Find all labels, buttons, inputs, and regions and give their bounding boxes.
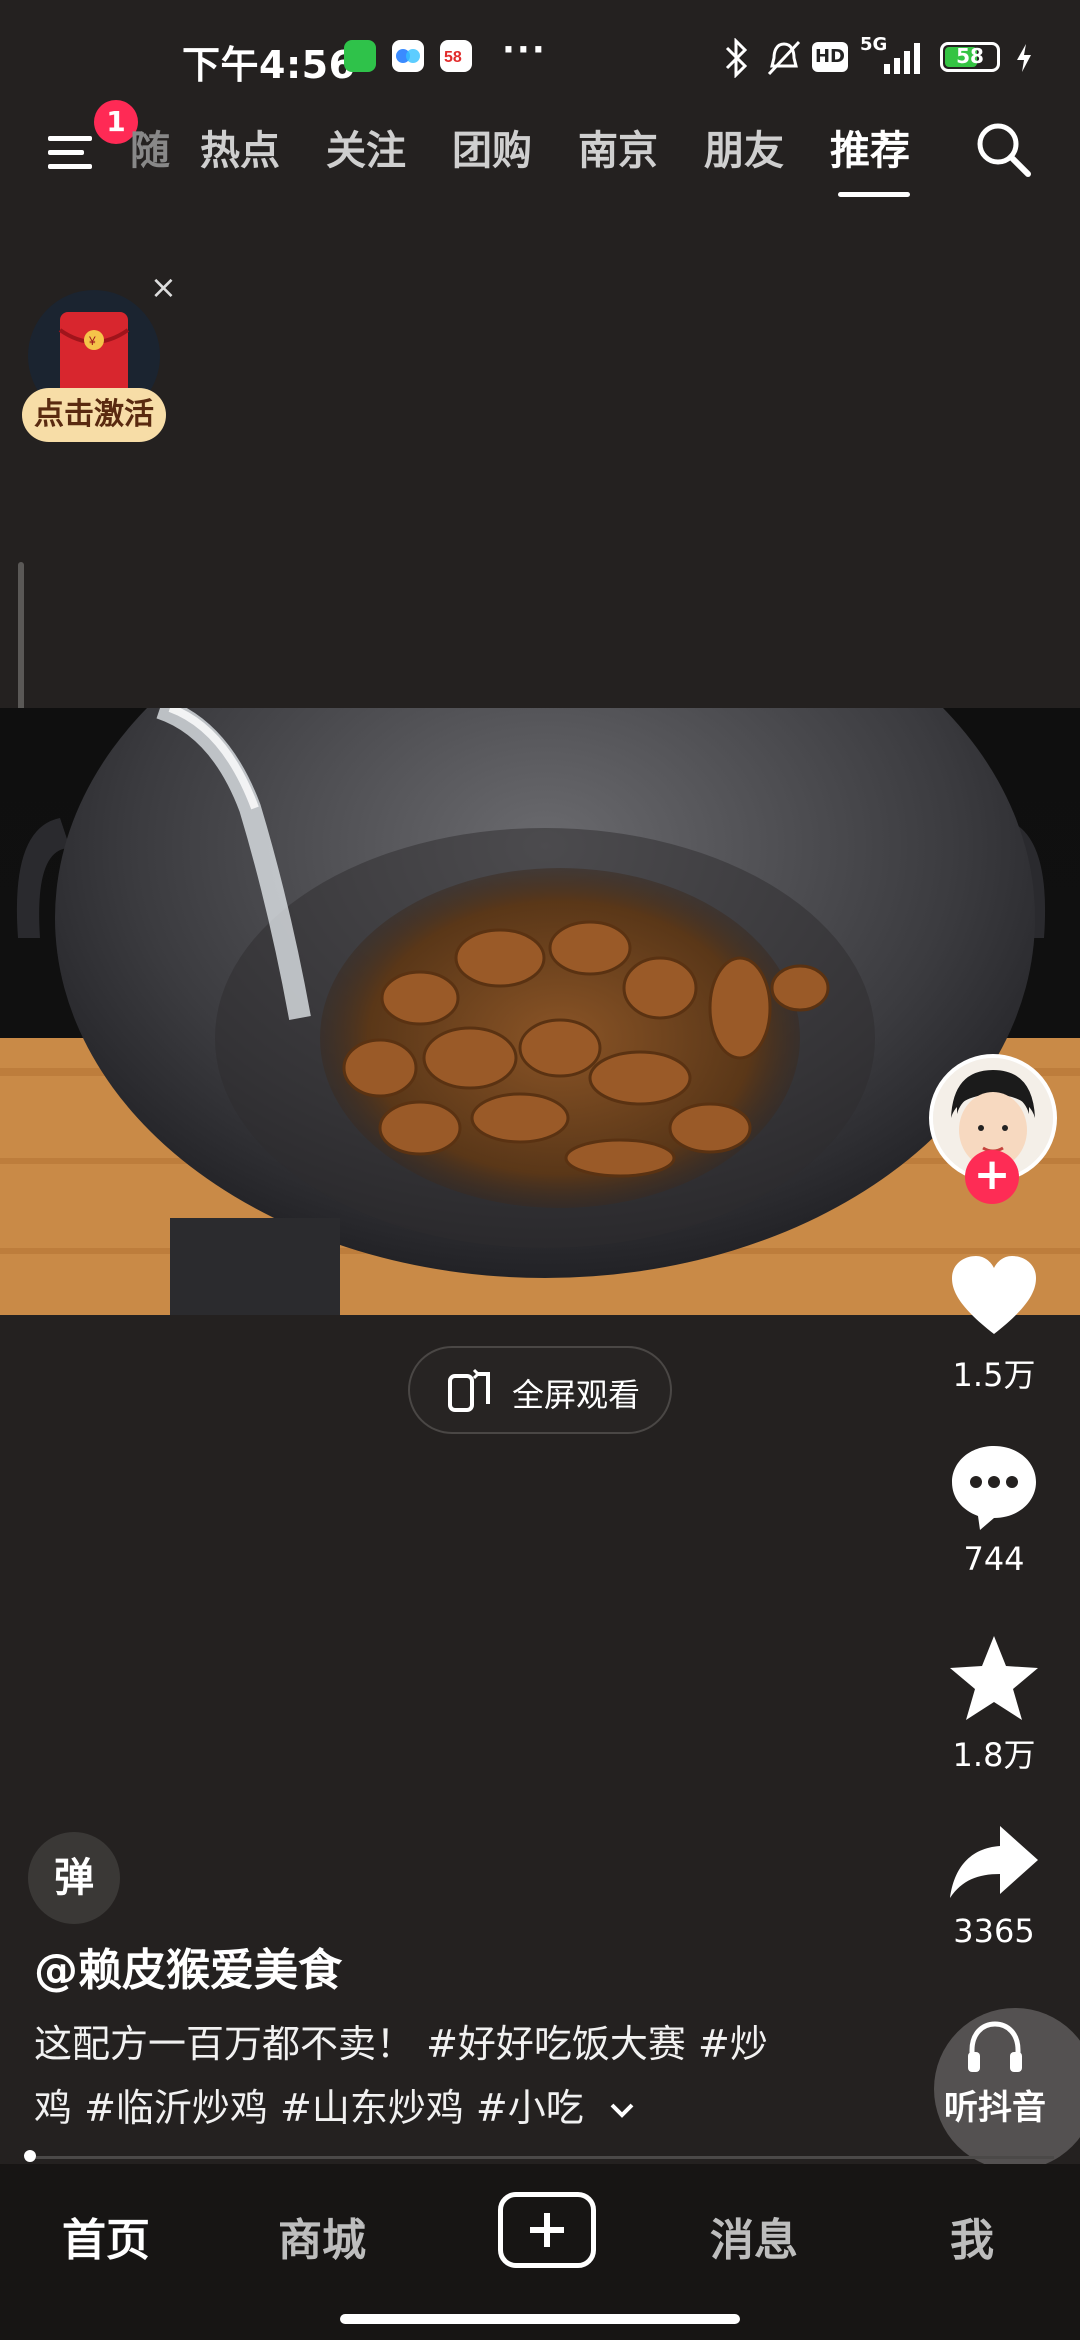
status-time: 下午4:56 (182, 43, 356, 87)
description-line-1: 这配方一百万都不卖！ #好好吃饭大赛 #炒 (34, 2022, 768, 2066)
like-heart-icon[interactable] (948, 1254, 1040, 1342)
search-icon[interactable] (972, 118, 1036, 186)
nav-mall[interactable]: 商城 (278, 2204, 366, 2268)
nav-me[interactable]: 我 (950, 2204, 994, 2268)
nav-messages[interactable]: 消息 (710, 2204, 798, 2268)
favorite-star-icon[interactable] (948, 1634, 1040, 1726)
video-description: 这配方一百万都不卖！ #好好吃饭大赛 #炒 鸡 #临沂炒鸡 #山东炒鸡 #小吃 (34, 2012, 834, 2140)
nav-home[interactable]: 首页 (62, 2204, 150, 2268)
bluetooth-icon (724, 37, 750, 82)
headphones-icon (964, 2020, 1026, 2080)
rotate-screen-icon (444, 1366, 494, 1420)
wechat-app-icon (344, 40, 376, 72)
tab-nanjing[interactable]: 南京 (578, 118, 658, 176)
cloud-app-icon (392, 40, 424, 72)
comment-count: 744 (963, 1540, 1025, 1578)
fullscreen-button[interactable]: 全屏观看 (408, 1346, 672, 1434)
tab-recommend[interactable]: 推荐 (830, 118, 910, 176)
follow-plus-button[interactable]: + (965, 1150, 1019, 1204)
share-arrow-icon[interactable] (948, 1822, 1040, 1906)
top-tab-bar: 1 随 热点 关注 团购 南京 朋友 推荐 (0, 100, 1080, 197)
like-count: 1.5万 (952, 1356, 1036, 1394)
tab-follow[interactable]: 关注 (326, 118, 406, 176)
more-notifications-icon: ··· (502, 30, 547, 70)
tab-hot[interactable]: 热点 (200, 118, 280, 176)
side-scroll-indicator (18, 562, 24, 718)
tab-groupbuy[interactable]: 团购 (452, 118, 532, 176)
expand-chevron-icon[interactable] (608, 2076, 636, 2140)
battery-icon: 58 (940, 42, 1000, 72)
svg-text:¥: ¥ (88, 334, 96, 348)
bottom-navigation: 首页 商城 消息 我 (0, 2164, 1080, 2340)
create-post-button[interactable] (498, 2192, 596, 2268)
listen-label: 听抖音 (944, 2088, 1046, 2128)
comment-icon[interactable] (948, 1442, 1040, 1536)
video-progress-bar[interactable] (26, 2156, 1054, 2159)
share-count: 3365 (953, 1912, 1035, 1950)
svg-text:58: 58 (444, 49, 462, 66)
hd-icon: HD (812, 42, 848, 72)
fullscreen-label: 全屏观看 (512, 1376, 641, 1414)
author-name[interactable]: @赖皮猴爱美食 (34, 1934, 342, 1998)
mute-bell-icon (764, 38, 804, 82)
description-line-2: 鸡 #临沂炒鸡 #山东炒鸡 #小吃 (34, 2086, 584, 2130)
app-58-icon: 58 (440, 40, 472, 72)
signal-icon (882, 40, 926, 78)
tab-cut[interactable]: 随 (130, 118, 170, 176)
activate-pill[interactable]: 点击激活 (22, 388, 166, 442)
home-indicator[interactable] (340, 2314, 740, 2324)
favorite-count: 1.8万 (952, 1736, 1036, 1774)
danmaku-button[interactable]: 弹 (28, 1832, 120, 1924)
battery-level: 58 (956, 44, 984, 68)
menu-icon[interactable] (44, 128, 98, 180)
tab-friends[interactable]: 朋友 (704, 118, 784, 176)
video-player[interactable] (0, 708, 1080, 1315)
close-envelope-icon[interactable]: × (150, 268, 177, 306)
progress-handle[interactable] (24, 2150, 36, 2162)
charging-icon (1014, 42, 1034, 78)
active-tab-underline (838, 192, 910, 197)
